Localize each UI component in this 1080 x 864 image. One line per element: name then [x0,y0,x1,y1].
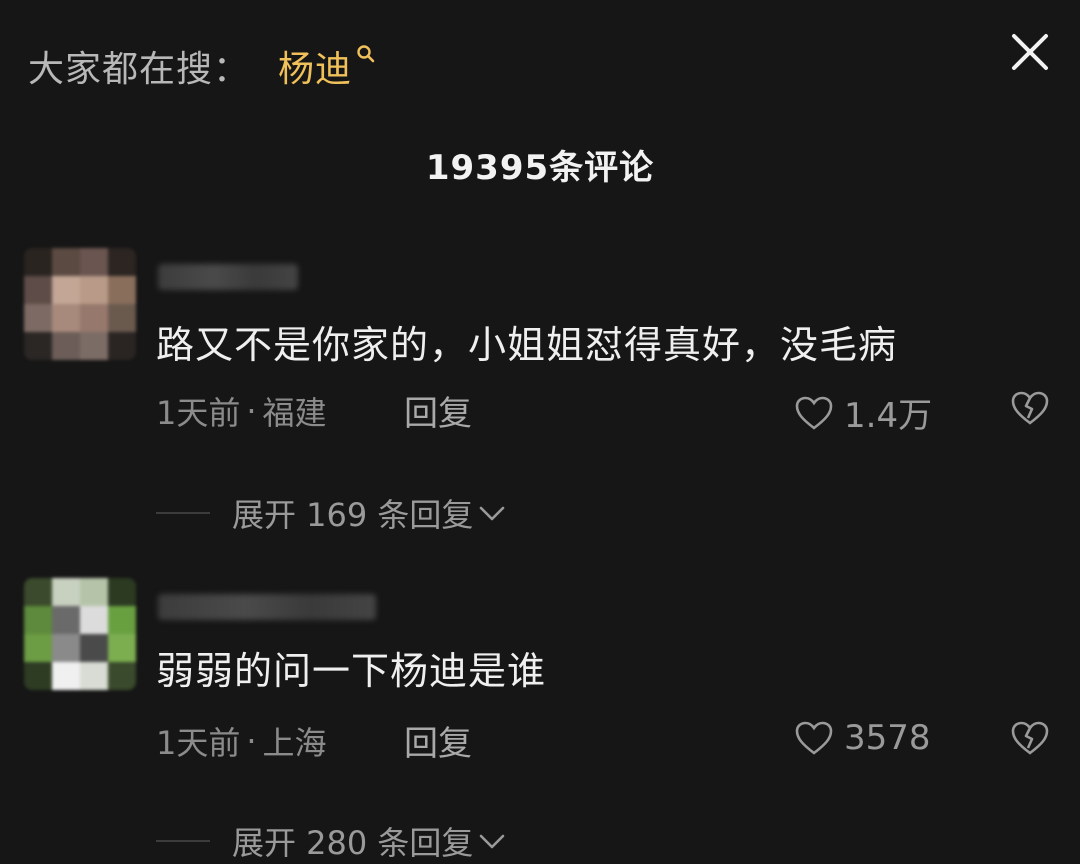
search-suggestion-prefix: 大家都在搜： [28,49,251,90]
comment-count-title: 19395条评论 [425,148,655,188]
expand-replies-label: 展开 280 条回复 [232,824,474,862]
heart-icon [795,396,833,430]
like-count: 3578 [844,718,931,758]
heart-icon [795,721,833,755]
like-button[interactable]: 3578 [794,718,931,758]
broken-heart-icon [1011,721,1049,755]
search-keyword-text: 杨迪 [278,49,353,90]
comments-panel: 大家都在搜： 杨迪 19395条评论 路又不是你家的，小姐姐怼得真好，没毛病 1… [0,0,1080,864]
expand-replies-label: 展开 169 条回复 [232,496,474,534]
close-icon [1012,34,1048,70]
comment-location: 福建 [262,394,327,432]
expand-replies-button[interactable]: 展开 169 条回复 [156,490,507,536]
meta-separator: · [246,392,257,430]
comment-meta: 1天前 · 上海 [156,718,327,764]
expand-replies-button[interactable]: 展开 280 条回复 [156,818,507,864]
avatar[interactable] [24,248,136,360]
dislike-button[interactable] [1010,390,1050,430]
dislike-button[interactable] [1010,720,1050,760]
like-button[interactable]: 1.4万 [794,388,932,437]
reply-button[interactable]: 回复 [404,716,472,765]
chevron-down-icon [480,834,505,849]
reply-button[interactable]: 回复 [404,386,472,435]
search-icon [357,45,375,63]
close-button[interactable] [1008,30,1052,74]
comment-time: 1天前 [156,394,241,432]
comment-time: 1天前 [156,724,241,762]
username-blurred[interactable] [158,594,376,620]
avatar[interactable] [24,578,136,690]
comment-meta: 1天前 · 福建 [156,388,327,434]
divider-line [156,512,210,514]
broken-heart-icon [1011,391,1049,425]
search-suggestion-bar[interactable]: 大家都在搜： 杨迪 [28,38,376,94]
meta-separator: · [246,722,257,760]
search-suggestion-keyword[interactable]: 杨迪 [278,40,376,92]
like-count: 1.4万 [844,396,933,436]
comment-text: 路又不是你家的，小姐姐怼得真好，没毛病 [156,323,898,367]
chevron-down-icon [480,506,505,521]
divider-line [156,840,210,842]
comment-text: 弱弱的问一下杨迪是谁 [156,649,547,693]
comment-location: 上海 [262,724,327,762]
username-blurred[interactable] [158,264,298,290]
